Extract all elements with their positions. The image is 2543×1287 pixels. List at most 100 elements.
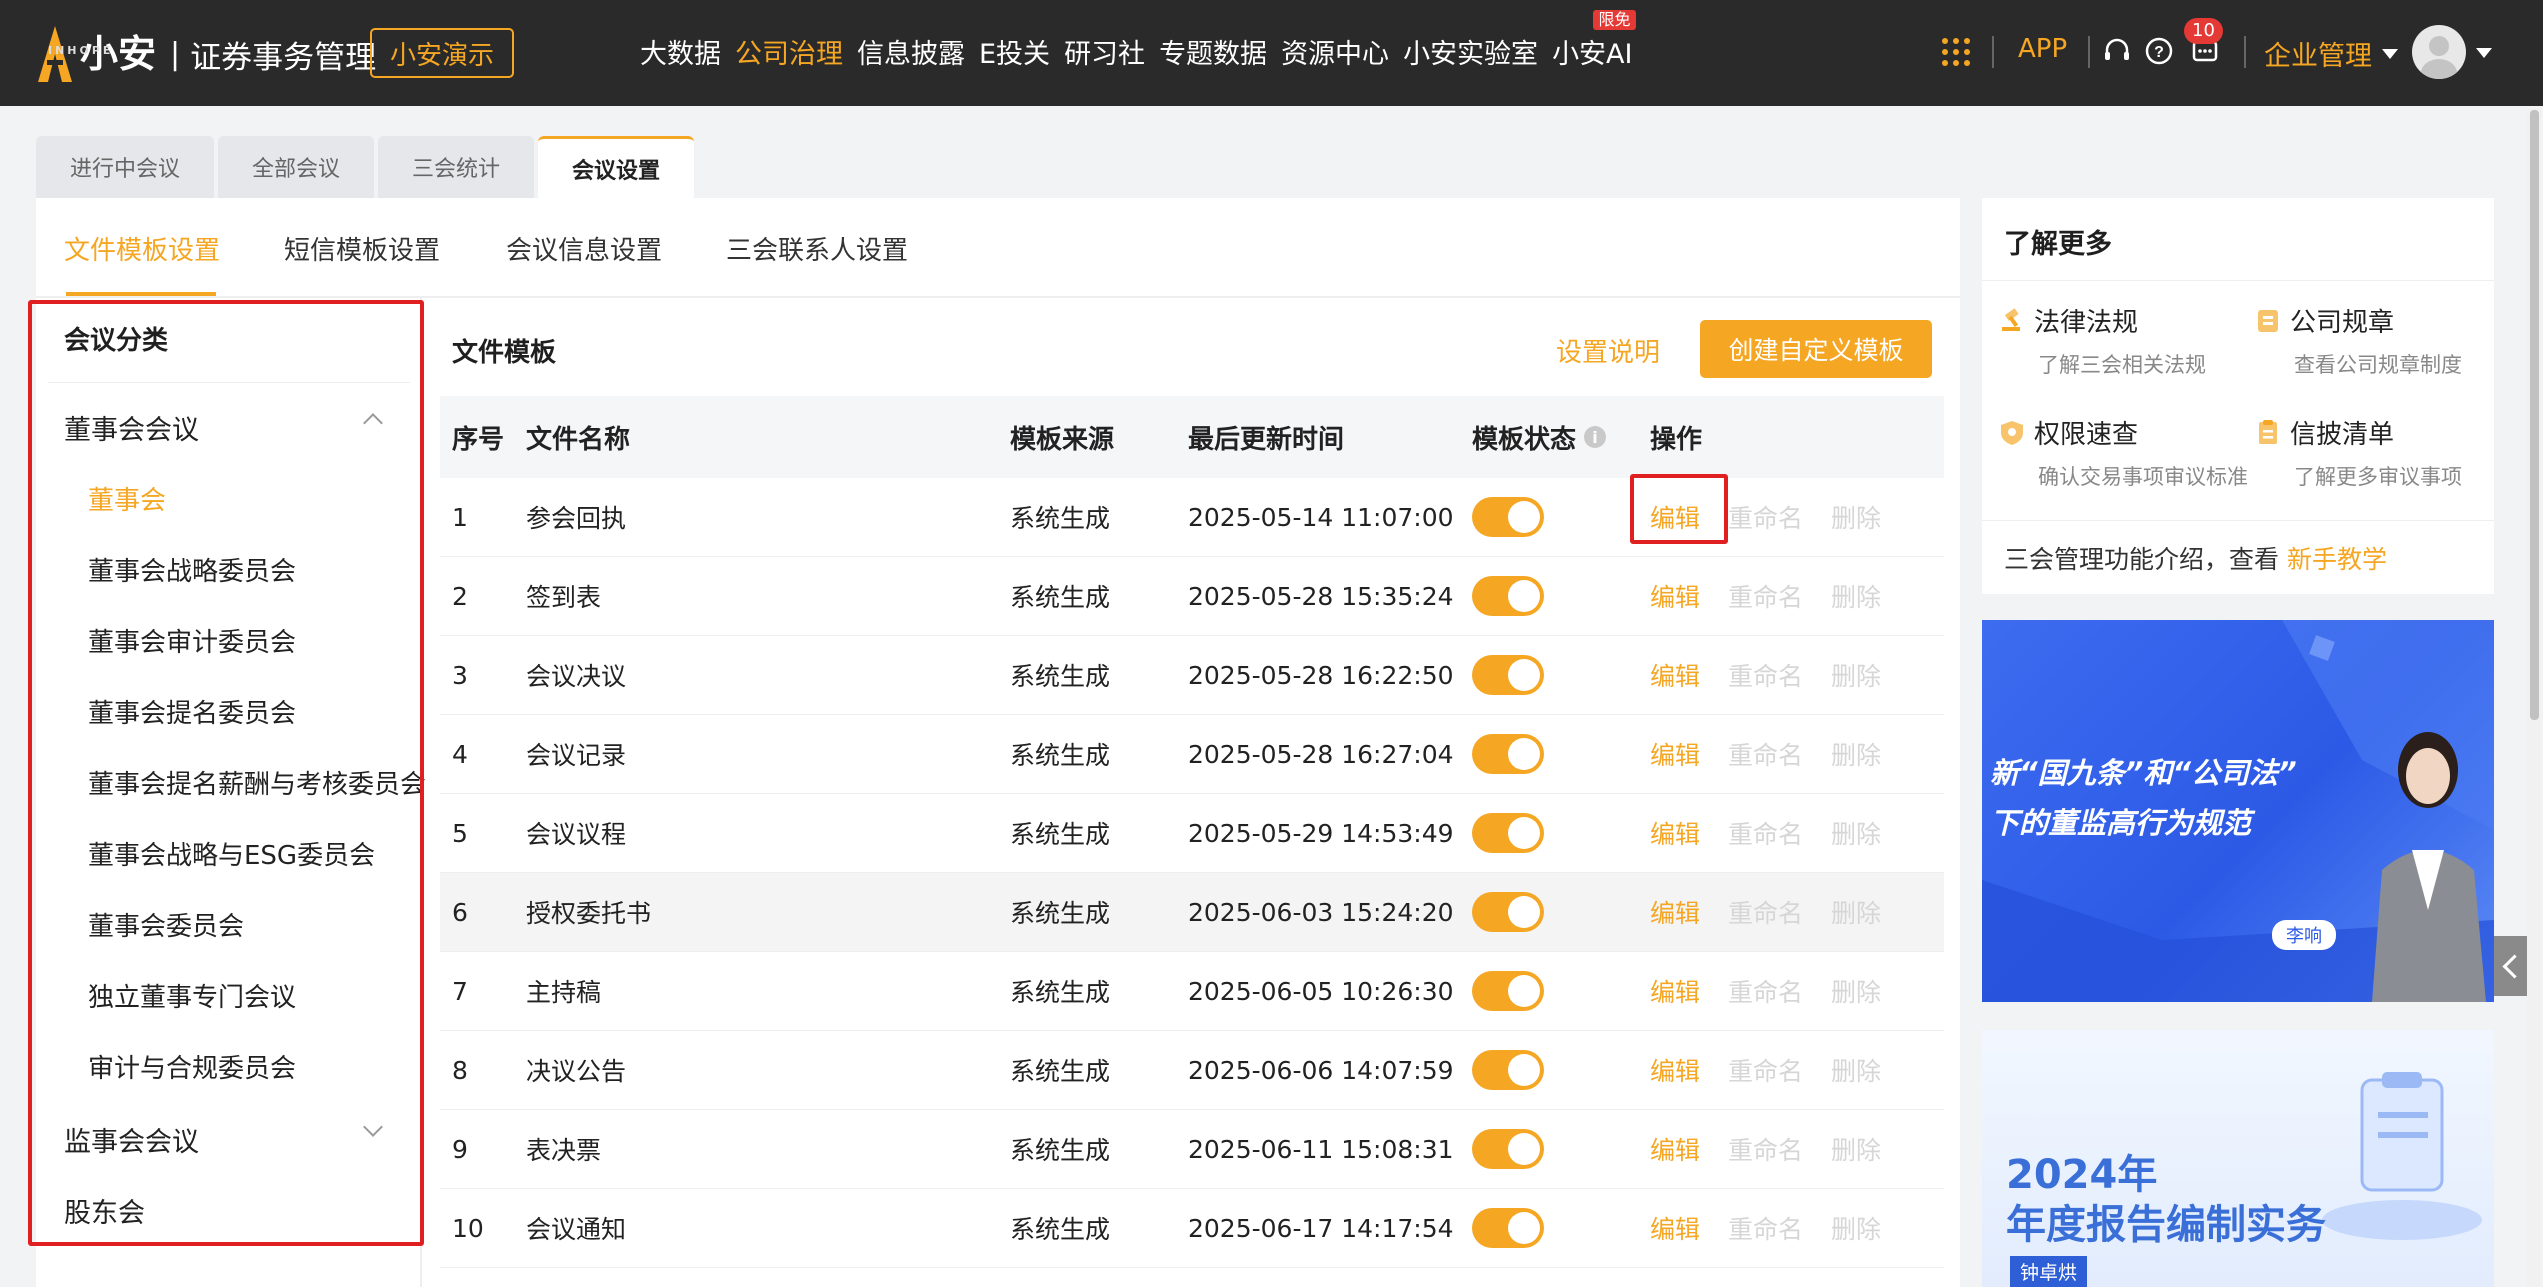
edit-button[interactable]: 编辑 bbox=[1650, 657, 1700, 693]
tab-sms-template[interactable]: 短信模板设置 bbox=[284, 230, 440, 267]
settings-help-link[interactable]: 设置说明 bbox=[1556, 332, 1660, 369]
rename-button[interactable]: 重命名 bbox=[1728, 736, 1803, 772]
quick-link-rules[interactable]: 公司规章 查看公司规章制度 bbox=[2254, 302, 2462, 379]
edit-button[interactable]: 编辑 bbox=[1650, 1210, 1700, 1246]
delete-button[interactable]: 删除 bbox=[1831, 578, 1881, 614]
quick-link-disclosure[interactable]: 信披清单 了解更多审议事项 bbox=[2254, 414, 2462, 491]
row-source: 系统生成 bbox=[1010, 1215, 1111, 1244]
row-actions: 编辑 重命名 删除 bbox=[1650, 1131, 1944, 1167]
help-icon[interactable]: ? bbox=[2144, 36, 2174, 66]
delete-button[interactable]: 删除 bbox=[1831, 894, 1881, 930]
edit-button[interactable]: 编辑 bbox=[1650, 578, 1700, 614]
status-toggle[interactable] bbox=[1472, 892, 1544, 932]
divider bbox=[1992, 36, 1994, 68]
edit-button[interactable]: 编辑 bbox=[1650, 1131, 1700, 1167]
page-tab[interactable]: 三会统计 bbox=[378, 136, 535, 198]
table-row[interactable]: 8 决议公告 系统生成 2025-06-06 14:07:59 编辑 重命名 删除 bbox=[440, 1031, 1944, 1110]
status-toggle[interactable] bbox=[1472, 1208, 1544, 1248]
status-toggle[interactable] bbox=[1472, 1050, 1544, 1090]
table-row[interactable]: 3 会议决议 系统生成 2025-05-28 16:22:50 编辑 重命名 删除 bbox=[440, 636, 1944, 715]
page-tab[interactable]: 进行中会议 bbox=[36, 136, 215, 198]
status-toggle[interactable] bbox=[1472, 576, 1544, 616]
table-row[interactable]: 10 会议通知 系统生成 2025-06-17 14:17:54 编辑 重命名 删除 bbox=[440, 1189, 1944, 1268]
rename-button[interactable]: 重命名 bbox=[1728, 1131, 1803, 1167]
row-index: 6 bbox=[452, 897, 468, 927]
create-template-button[interactable]: 创建自定义模板 bbox=[1700, 320, 1932, 378]
table-row[interactable]: 2 签到表 系统生成 2025-05-28 15:35:24 编辑 重命名 删除 bbox=[440, 557, 1944, 636]
edit-button[interactable]: 编辑 bbox=[1650, 736, 1700, 772]
table-row[interactable]: 9 表决票 系统生成 2025-06-11 15:08:31 编辑 重命名 删除 bbox=[440, 1110, 1944, 1189]
edit-button[interactable]: 编辑 bbox=[1650, 973, 1700, 1009]
status-toggle[interactable] bbox=[1472, 971, 1544, 1011]
nav-item[interactable]: E投关 bbox=[979, 32, 1050, 71]
status-toggle[interactable] bbox=[1472, 813, 1544, 853]
app-link[interactable]: APP bbox=[2018, 34, 2067, 64]
page-tab[interactable]: 会议设置 bbox=[538, 136, 695, 198]
status-toggle[interactable] bbox=[1472, 497, 1544, 537]
edit-button[interactable]: 编辑 bbox=[1650, 815, 1700, 851]
row-updated: 2025-06-06 14:07:59 bbox=[1188, 1055, 1454, 1085]
status-toggle[interactable] bbox=[1472, 655, 1544, 695]
row-status bbox=[1472, 1050, 1650, 1090]
quick-link-label: 公司规章 bbox=[2290, 308, 2395, 338]
row-status bbox=[1472, 813, 1650, 853]
tab-file-template[interactable]: 文件模板设置 bbox=[64, 230, 220, 267]
table-row[interactable]: 6 授权委托书 系统生成 2025-06-03 15:24:20 编辑 重命名 删除 bbox=[440, 873, 1944, 952]
nav-item[interactable]: 资源中心 bbox=[1281, 32, 1389, 71]
quick-link-laws[interactable]: 法律法规 了解三会相关法规 bbox=[1998, 302, 2206, 379]
delete-button[interactable]: 删除 bbox=[1831, 736, 1881, 772]
row-index: 3 bbox=[452, 660, 468, 690]
tab-contacts[interactable]: 三会联系人设置 bbox=[726, 230, 908, 267]
rename-button[interactable]: 重命名 bbox=[1728, 815, 1803, 851]
nav-item[interactable]: 专题数据 bbox=[1159, 32, 1267, 71]
delete-button[interactable]: 删除 bbox=[1831, 1131, 1881, 1167]
apps-grid-icon[interactable] bbox=[1942, 38, 1970, 66]
delete-button[interactable]: 删除 bbox=[1831, 815, 1881, 851]
tab-meeting-info[interactable]: 会议信息设置 bbox=[506, 230, 662, 267]
chevron-down-icon[interactable] bbox=[2476, 48, 2492, 58]
quick-link-permissions[interactable]: 权限速查 确认交易事项审议标准 bbox=[1998, 414, 2248, 491]
scrollbar-thumb[interactable] bbox=[2530, 110, 2539, 720]
table-row[interactable]: 4 会议记录 系统生成 2025-05-28 16:27:04 编辑 重命名 删除 bbox=[440, 715, 1944, 794]
delete-button[interactable]: 删除 bbox=[1831, 1052, 1881, 1088]
status-toggle[interactable] bbox=[1472, 734, 1544, 774]
status-toggle[interactable] bbox=[1472, 1129, 1544, 1169]
headset-icon[interactable] bbox=[2102, 36, 2132, 66]
demo-button[interactable]: 小安演示 bbox=[370, 28, 514, 78]
rename-button[interactable]: 重命名 bbox=[1728, 1210, 1803, 1246]
info-icon[interactable]: i bbox=[1584, 426, 1607, 448]
rename-button[interactable]: 重命名 bbox=[1728, 499, 1803, 535]
col-ops: 操作 bbox=[1650, 424, 1703, 455]
delete-button[interactable]: 删除 bbox=[1831, 657, 1881, 693]
nav-item[interactable]: 信息披露 bbox=[857, 32, 965, 71]
delete-button[interactable]: 删除 bbox=[1831, 1210, 1881, 1246]
edit-button[interactable]: 编辑 bbox=[1650, 1052, 1700, 1088]
promo-banner-annual-report[interactable]: 2024年 年度报告编制实务 钟卓烘 bbox=[1982, 1030, 2494, 1287]
rename-button[interactable]: 重命名 bbox=[1728, 973, 1803, 1009]
rename-button[interactable]: 重命名 bbox=[1728, 578, 1803, 614]
rename-button[interactable]: 重命名 bbox=[1728, 1052, 1803, 1088]
nav-badge: 限免 bbox=[1593, 10, 1636, 30]
table-row[interactable]: 7 主持稿 系统生成 2025-06-05 10:26:30 编辑 重命名 删除 bbox=[440, 952, 1944, 1031]
table-row[interactable]: 5 会议议程 系统生成 2025-05-29 14:53:49 编辑 重命名 删除 bbox=[440, 794, 1944, 873]
row-actions: 编辑 重命名 删除 bbox=[1650, 973, 1944, 1009]
nav-item[interactable]: 小安实验室 bbox=[1403, 32, 1538, 71]
rename-button[interactable]: 重命名 bbox=[1728, 894, 1803, 930]
row-source: 系统生成 bbox=[1010, 1057, 1111, 1086]
promo-banner-governance[interactable]: 新“国九条”和“公司法” 下的董监高行为规范 李响 bbox=[1982, 620, 2494, 1002]
tutorial-link[interactable]: 新手教学 bbox=[2287, 545, 2387, 574]
company-menu-dropdown[interactable]: 企业管理 bbox=[2264, 34, 2398, 73]
edit-button[interactable]: 编辑 bbox=[1650, 894, 1700, 930]
rename-button[interactable]: 重命名 bbox=[1728, 657, 1803, 693]
avatar[interactable] bbox=[2412, 25, 2466, 79]
nav-item[interactable]: 大数据 bbox=[640, 32, 721, 71]
quick-link-label: 权限速查 bbox=[2034, 420, 2139, 450]
nav-item[interactable]: 小安AI 限免 bbox=[1552, 10, 1636, 71]
delete-button[interactable]: 删除 bbox=[1831, 499, 1881, 535]
page-tab[interactable]: 全部会议 bbox=[218, 136, 375, 198]
nav-item[interactable]: 公司治理 bbox=[735, 32, 843, 71]
row-actions: 编辑 重命名 删除 bbox=[1650, 894, 1944, 930]
nav-item[interactable]: 研习社 bbox=[1064, 32, 1145, 71]
collapse-sidebar-button[interactable] bbox=[2494, 936, 2528, 996]
delete-button[interactable]: 删除 bbox=[1831, 973, 1881, 1009]
